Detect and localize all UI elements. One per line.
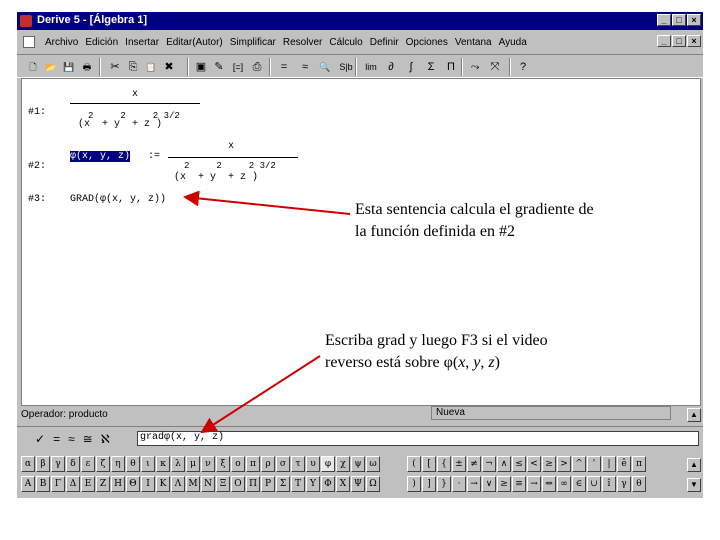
arrow-to-input-line (200, 355, 321, 434)
arrow-to-grad-expression (183, 190, 351, 215)
annotation-arrows (183, 190, 351, 434)
